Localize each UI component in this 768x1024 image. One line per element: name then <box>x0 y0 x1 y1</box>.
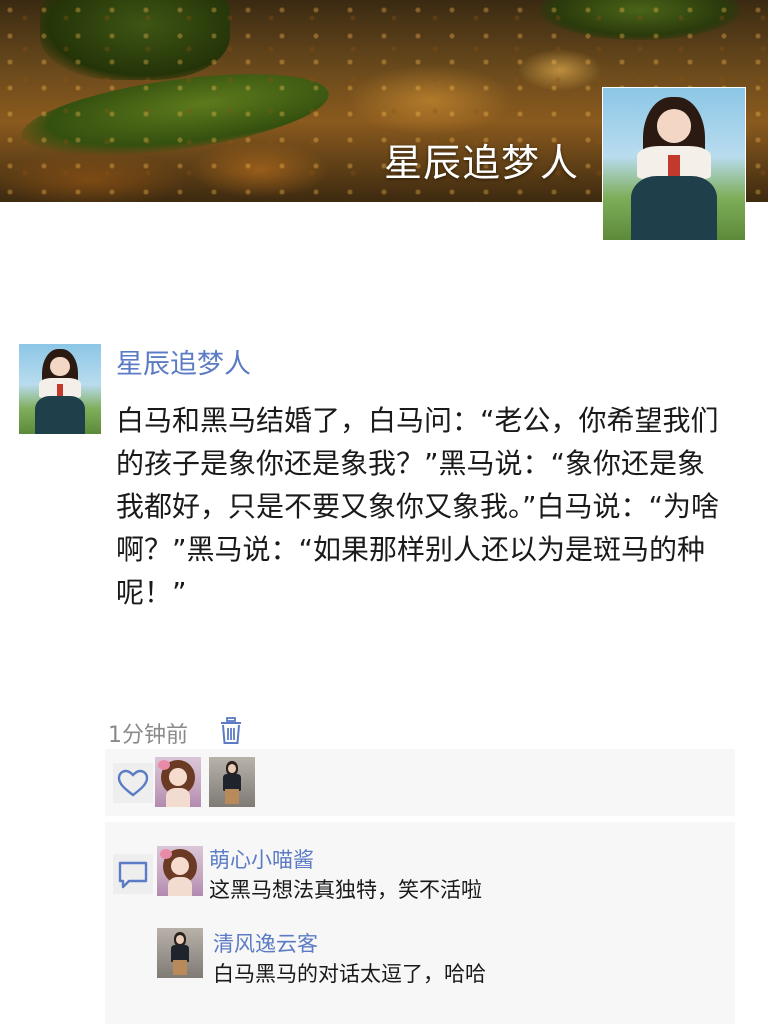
commenter-name[interactable]: 清风逸云客 <box>213 928 318 958</box>
comment-text: 这黑马想法真独特，笑不活啦 <box>209 878 482 902</box>
liker-avatar[interactable] <box>155 757 201 807</box>
post-author-avatar[interactable] <box>19 344 101 434</box>
comment-text: 白马黑马的对话太逗了，哈哈 <box>213 962 486 986</box>
commenter-avatar[interactable] <box>157 846 203 896</box>
likes-panel <box>105 749 735 816</box>
profile-name: 星辰追梦人 <box>384 141 580 185</box>
heart-icon[interactable] <box>113 763 153 803</box>
trash-icon[interactable] <box>219 717 243 745</box>
comment-bubble-icon[interactable] <box>113 854 153 894</box>
commenter-name[interactable]: 萌心小喵酱 <box>209 844 314 874</box>
post-author-name[interactable]: 星辰追梦人 <box>116 342 251 381</box>
commenter-avatar[interactable] <box>157 928 203 978</box>
comments-panel: 萌心小喵酱 这黑马想法真独特，笑不活啦 清风逸云客 白马黑马的对话太逗了，哈哈 <box>105 822 735 1024</box>
post-timestamp: 1分钟前 <box>108 723 188 748</box>
post-text: 白马和黑马结婚了，白马问：“老公，你希望我们的孩子是象你还是象我？”黑马说：“象… <box>116 404 720 609</box>
profile-avatar[interactable] <box>602 87 746 241</box>
liker-avatar[interactable] <box>209 757 255 807</box>
